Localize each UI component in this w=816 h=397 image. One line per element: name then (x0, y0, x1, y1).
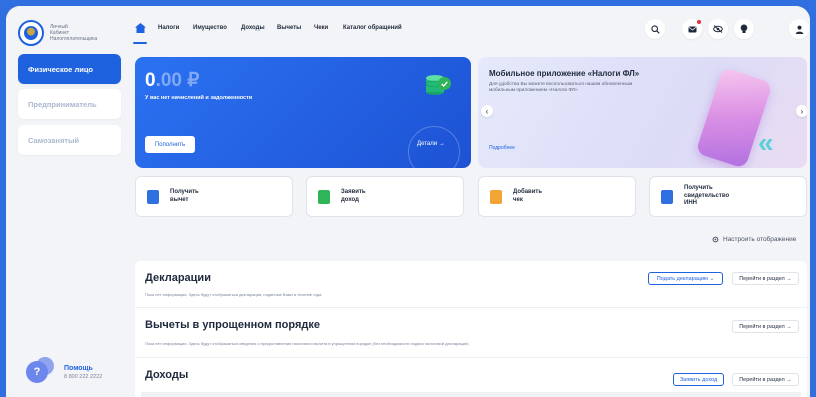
submit-declaration-button[interactable]: Подать декларацию ⌄ (648, 272, 723, 285)
home-tab-indicator (133, 42, 147, 44)
declare-income-button[interactable]: Заявить доход (673, 373, 724, 386)
search-button[interactable] (645, 19, 665, 39)
deduction-icon (147, 189, 159, 204)
divider (135, 357, 807, 358)
lightbulb-icon (740, 24, 748, 33)
declarations-title: Декларации (145, 272, 211, 284)
help-icon: ? (26, 357, 56, 387)
gear-icon (712, 236, 719, 243)
quick-action-label: вычет (170, 196, 189, 203)
user-icon (795, 25, 803, 34)
tips-button[interactable] (734, 19, 754, 39)
sections-panel: Декларации Пока нет информации. Здесь бу… (135, 261, 807, 397)
income-icon (318, 189, 330, 204)
deductions-goto-button[interactable]: Перейти в раздел → (732, 320, 799, 333)
divider (135, 307, 807, 308)
details-link[interactable]: Детали → (417, 141, 445, 147)
quick-action-label: Получить (170, 189, 199, 195)
emblem-icon (18, 20, 44, 46)
quick-action-label: Заявить (341, 189, 366, 195)
top-nav: Налоги Имущество Доходы Вычеты Чеки Ката… (132, 6, 810, 52)
visibility-button[interactable] (708, 19, 728, 39)
decorative-ring (408, 126, 460, 168)
sidebar-item-entrepreneur[interactable]: Предприниматель (18, 89, 121, 119)
profile-button[interactable] (789, 19, 809, 39)
quick-action-label: Добавить (513, 189, 543, 195)
nav-item-income[interactable]: Доходы (241, 25, 265, 31)
configure-display-link[interactable]: Настроить отображение (712, 236, 796, 243)
nav-item-property[interactable]: Имущество (193, 25, 227, 31)
quick-action-inn-certificate[interactable]: Получить свидетельство ИНН (649, 176, 807, 217)
help-title: Помощь (64, 364, 93, 372)
declarations-desc: Пока нет информации. Здесь будут отображ… (145, 292, 323, 297)
home-icon[interactable] (135, 23, 146, 33)
search-icon (650, 24, 660, 34)
app-window: Личный Кабинет Налогоплательщика Физичес… (6, 6, 810, 397)
balance-amount: 0.00 ₽ (145, 70, 200, 91)
quick-action-label: ИНН (684, 200, 697, 207)
mail-icon (688, 26, 696, 32)
configure-display-label: Настроить отображение (723, 236, 797, 243)
mobile-app-banner: Мобильное приложение «Налоги ФЛ» Для удо… (478, 57, 807, 168)
help-block[interactable]: ? Помощь 8 800 222 2222 (26, 357, 102, 387)
income-table-row (141, 392, 801, 397)
sidebar: Личный Кабинет Налогоплательщика Физичес… (6, 6, 132, 397)
promo-more-link[interactable]: Подробнее (489, 145, 515, 151)
promo-title: Мобильное приложение «Налоги ФЛ» (489, 69, 640, 78)
chevron-illustration: « (758, 127, 774, 158)
income-title: Доходы (145, 369, 189, 381)
logo[interactable]: Личный Кабинет Налогоплательщика (18, 20, 97, 46)
sidebar-item-individual[interactable]: Физическое лицо (18, 54, 121, 84)
carousel-next-button[interactable]: › (796, 105, 807, 117)
promo-text: Для удобства Вы можете воспользоваться н… (489, 82, 633, 93)
logo-line-3: Налогоплательщика (50, 36, 98, 42)
quick-action-income[interactable]: Заявить доход (306, 176, 464, 217)
nav-item-receipts[interactable]: Чеки (314, 25, 328, 31)
deductions-title: Вычеты в упрощенном порядке (145, 319, 320, 331)
nav-item-deductions[interactable]: Вычеты (277, 25, 301, 31)
declarations-goto-button[interactable]: Перейти в раздел → (732, 272, 799, 285)
balance-note: У вас нет начислений и задолженности (145, 95, 253, 101)
quick-action-label: Получить (684, 185, 713, 192)
quick-action-label: чек (513, 196, 523, 203)
deductions-desc: Пока нет информации. Здесь будут отображ… (145, 341, 469, 346)
carousel-prev-button[interactable]: ‹ (481, 105, 493, 117)
income-goto-button[interactable]: Перейти в раздел → (732, 373, 799, 386)
check-icon (438, 77, 451, 90)
quick-action-receipt[interactable]: Добавить чек (478, 176, 636, 217)
eye-off-icon (713, 25, 723, 33)
receipt-icon (490, 189, 502, 204)
top-up-button[interactable]: Пополнить (145, 136, 195, 153)
sidebar-item-self-employed[interactable]: Самозанятый (18, 125, 121, 155)
quick-action-deduction[interactable]: Получить вычет (135, 176, 293, 217)
quick-action-label: свидетельство (684, 192, 730, 199)
quick-action-label: доход (341, 196, 359, 203)
nav-item-request-catalog[interactable]: Каталог обращений (343, 25, 402, 31)
balance-card: 0.00 ₽ У вас нет начислений и задолженно… (135, 57, 471, 168)
nav-item-taxes[interactable]: Налоги (158, 25, 179, 31)
certificate-icon (661, 189, 673, 204)
help-phone: 8 800 222 2222 (64, 373, 103, 380)
notification-dot (697, 20, 701, 24)
messages-button[interactable] (682, 19, 702, 39)
